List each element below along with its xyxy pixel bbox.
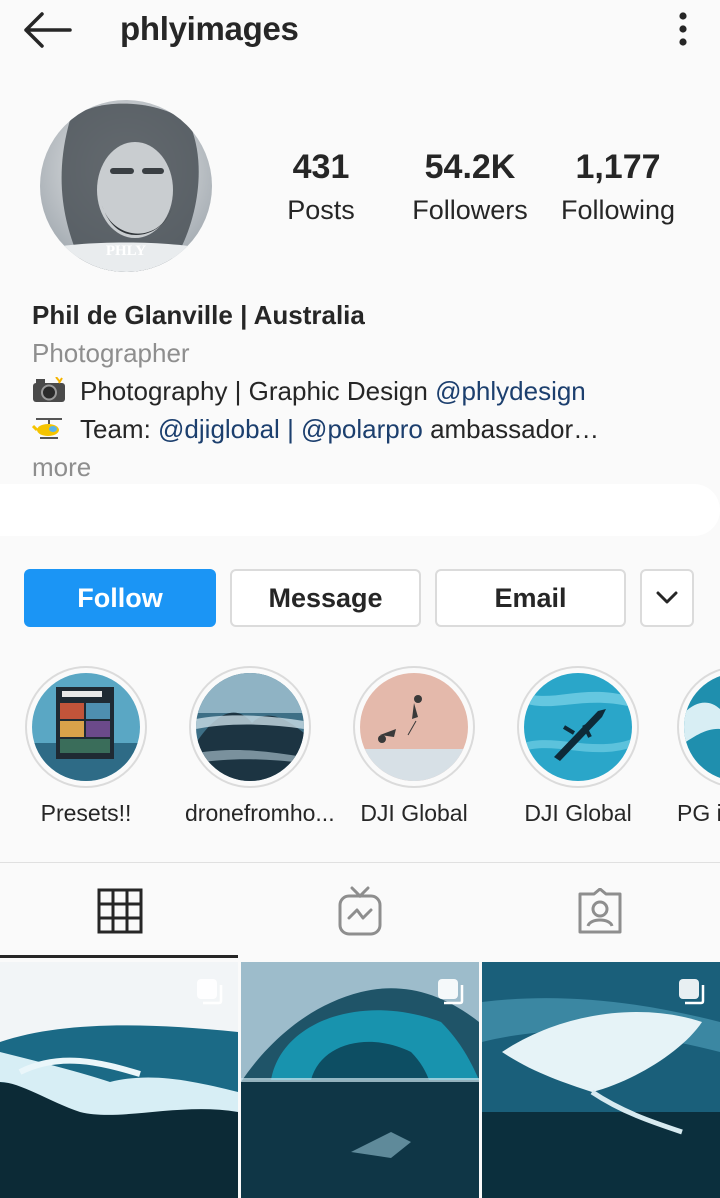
post-thumbnail[interactable] [482, 962, 720, 1198]
phlydesign-link[interactable]: @phlydesign [435, 376, 586, 406]
posts-grid [0, 962, 720, 1198]
avatar-photo: PHLY [40, 100, 212, 272]
grid-icon [97, 888, 143, 934]
avatar-watermark: PHLY [106, 243, 146, 259]
multiple-posts-icon [197, 979, 223, 1005]
chevron-down-icon [656, 591, 678, 604]
highlight-item[interactable]: PG i [677, 666, 720, 827]
djiglobal-link[interactable]: @djiglobal [158, 414, 280, 444]
highlight-cover [360, 673, 468, 781]
suggested-accounts-button[interactable] [640, 569, 694, 627]
followers-label: Followers [412, 195, 528, 225]
multiple-posts-icon [679, 979, 705, 1005]
profile-category: Photographer [32, 338, 190, 368]
redacted-area [0, 484, 720, 536]
email-button[interactable]: Email [435, 569, 626, 627]
post-thumbnail[interactable] [241, 962, 479, 1198]
multiple-posts-icon [438, 979, 464, 1005]
tab-grid[interactable] [0, 863, 240, 959]
posts-label: Posts [287, 195, 355, 225]
post-thumbnail[interactable] [0, 962, 238, 1198]
more-vertical-icon [679, 12, 687, 46]
bio-more-link[interactable]: more [32, 448, 712, 486]
profile-bio: Phil de Glanville | Australia Photograph… [32, 296, 712, 486]
highlight-ring [677, 666, 720, 788]
highlight-ring [353, 666, 475, 788]
highlight-label: PG i [677, 800, 720, 826]
bio-line-2-tail: ambassador… [422, 414, 600, 444]
highlight-cover [524, 673, 632, 781]
highlight-label: DJI Global [524, 800, 632, 826]
active-tab-indicator [0, 955, 238, 958]
igtv-icon [338, 886, 382, 936]
following-count: 1,177 [575, 148, 661, 186]
more-options-button[interactable] [668, 10, 698, 50]
bio-line-1-text: Photography | Graphic Design [80, 376, 436, 406]
highlight-ring [517, 666, 639, 788]
profile-full-name: Phil de Glanville | Australia [32, 300, 365, 330]
highlight-cover [684, 673, 720, 781]
profile-tabs [0, 862, 720, 959]
bio-line-1: Photography | Graphic Design @phlydesign [32, 372, 712, 410]
highlight-label: DJI Global [360, 800, 468, 826]
highlight-label: dronefromho... [185, 800, 335, 826]
top-bar: phlyimages [0, 0, 720, 64]
highlight-item[interactable]: dronefromho... [185, 666, 335, 827]
tab-igtv[interactable] [240, 863, 480, 959]
back-button[interactable] [18, 10, 78, 50]
highlight-label: Presets!! [40, 800, 132, 826]
highlight-ring [25, 666, 147, 788]
follow-button[interactable]: Follow [24, 569, 216, 627]
helicopter-icon [32, 418, 62, 439]
tab-tagged[interactable] [480, 863, 720, 959]
highlight-cover [196, 673, 304, 781]
followers-count: 54.2K [424, 148, 516, 186]
profile-avatar[interactable]: PHLY [40, 100, 212, 272]
camera-flash-icon [33, 377, 65, 402]
followers-stat[interactable]: 54.2K Followers [395, 148, 545, 226]
message-button[interactable]: Message [230, 569, 421, 627]
highlight-item[interactable]: DJI Global [349, 666, 479, 827]
highlight-ring [189, 666, 311, 788]
following-label: Following [560, 195, 676, 225]
tagged-icon [578, 888, 622, 934]
bio-line-2-text: Team: [80, 414, 159, 444]
profile-username: phlyimages [120, 10, 299, 47]
bio-separator: | [279, 414, 302, 444]
highlight-item[interactable]: DJI Global [513, 666, 643, 827]
bio-line-2: Team: @djiglobal | @polarpro ambassador… [32, 410, 712, 448]
polarpro-link[interactable]: @polarpro [301, 414, 423, 444]
highlight-cover [32, 673, 140, 781]
posts-stat: 431 Posts [246, 148, 396, 226]
following-stat[interactable]: 1,177 Following [543, 148, 693, 226]
highlight-item[interactable]: Presets!! [21, 666, 151, 827]
arrow-left-icon [24, 12, 72, 48]
posts-count: 431 [292, 148, 350, 186]
